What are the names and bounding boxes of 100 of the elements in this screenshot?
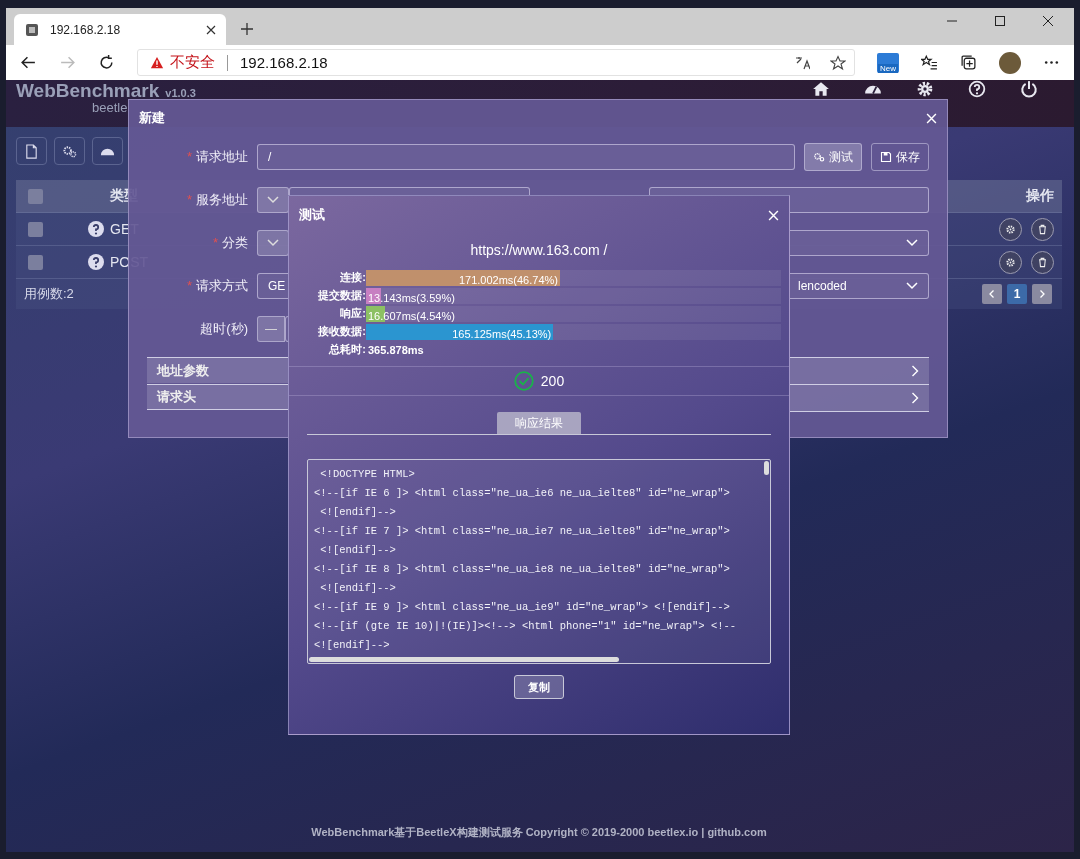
- code-line: <!--[if IE 7 ]> <html class="ne_ua_ie7 ne_ua_ielte8" id="ne_wrap">: [314, 524, 730, 539]
- close-icon[interactable]: [1042, 14, 1054, 27]
- settings-button[interactable]: [999, 217, 1022, 241]
- timing-label: 连接:: [339, 270, 366, 285]
- code-line: <![endif]-->: [314, 638, 390, 653]
- collections-icon[interactable]: [960, 54, 977, 71]
- help-icon[interactable]: [968, 80, 986, 98]
- copy-button[interactable]: 复制: [514, 675, 564, 699]
- section-bar[interactable]: [790, 384, 929, 412]
- decrement-button[interactable]: —: [257, 316, 285, 342]
- code-line: <![endif]-->: [319, 505, 396, 520]
- page-button[interactable]: 1: [1007, 284, 1027, 304]
- timing-label: 接收数据:: [317, 324, 366, 339]
- test-button[interactable]: 测试: [804, 143, 862, 171]
- version-label: v1.0.3: [165, 87, 196, 99]
- power-icon[interactable]: [1020, 80, 1038, 98]
- url-text: 192.168.2.18: [240, 54, 329, 71]
- site-icon: [24, 21, 40, 38]
- caret-icon: [906, 239, 918, 247]
- back-icon[interactable]: [20, 54, 37, 71]
- close-icon[interactable]: [206, 24, 216, 35]
- home-icon[interactable]: [812, 80, 830, 98]
- dropdown[interactable]: GE: [257, 273, 289, 299]
- save-icon: [880, 151, 892, 163]
- gear-icon: [1005, 223, 1016, 235]
- address-bar[interactable]: 不安全 192.168.2.18: [137, 49, 855, 76]
- app-name: WebBenchmark: [16, 81, 160, 101]
- field-label: 分类: [222, 235, 248, 250]
- code-line: <!--[if IE 8 ]> <html class="ne_ua_ie8 ne_ua_ielte8" id="ne_wrap">: [314, 562, 730, 577]
- timing-reading: 13.143ms(3.59%): [367, 290, 456, 306]
- row-checkbox[interactable]: [28, 221, 43, 237]
- caret-icon: [267, 239, 279, 247]
- browser-tab[interactable]: 192.168.2.18: [14, 14, 226, 45]
- timing-reading: 165.125ms(45.13%): [451, 326, 553, 342]
- new-file-button[interactable]: [16, 137, 47, 165]
- status-code: 200: [540, 373, 565, 389]
- scrollbar[interactable]: [764, 461, 769, 475]
- settings-icon[interactable]: [916, 80, 934, 98]
- request-url: https://www.163.com /: [469, 242, 609, 258]
- settings-button[interactable]: [999, 250, 1022, 274]
- section-bar[interactable]: [790, 357, 929, 384]
- reload-icon[interactable]: [98, 54, 115, 71]
- required-mark: *: [186, 278, 192, 293]
- collapsible-section[interactable]: 请求头: [147, 384, 288, 410]
- caret-icon: [906, 282, 918, 290]
- trash-icon: [1037, 223, 1048, 235]
- collapsible-section[interactable]: 地址参数: [147, 357, 288, 383]
- field-label: 请求地址: [196, 149, 248, 164]
- field-label: 请求方式: [196, 278, 248, 293]
- favorites-icon[interactable]: [921, 54, 938, 71]
- chevron-left-icon: [987, 289, 997, 299]
- code-line: <!DOCTYPE HTML>: [319, 467, 415, 482]
- code-line: <!--[if IE 6 ]> <html class="ne_ua_ie6 ne_ua_ielte8" id="ne_wrap">: [314, 486, 730, 501]
- trash-icon: [1037, 256, 1048, 268]
- translate-icon[interactable]: [794, 54, 810, 71]
- scrollbar[interactable]: [309, 657, 619, 662]
- required-mark: *: [186, 192, 192, 207]
- warning-icon: [150, 55, 164, 70]
- footer-text: WebBenchmark基于BeetleX构建测试服务 Copyright © 2019-2000 beetlex.io | github.com: [310, 825, 768, 840]
- gears-icon: [813, 151, 825, 163]
- field-label: 服务地址: [196, 192, 248, 207]
- case-count: 用例数:2: [24, 285, 74, 303]
- timing-label: 总耗时:: [327, 342, 366, 357]
- field-label: 超时(秒): [200, 321, 248, 336]
- file-icon: [24, 143, 39, 159]
- total-time: 365.878ms: [367, 343, 424, 356]
- delete-button[interactable]: [1031, 217, 1054, 241]
- check-circle-icon: [513, 371, 534, 391]
- extension-button[interactable]: New: [877, 52, 899, 73]
- app-subtitle: beetle: [92, 101, 128, 114]
- gear-icon: [1005, 256, 1016, 268]
- question-icon: [88, 254, 104, 270]
- gears-icon: [62, 143, 77, 159]
- delete-button[interactable]: [1031, 250, 1054, 274]
- select-all-checkbox[interactable]: [28, 188, 43, 204]
- code-line: <![endif]-->: [319, 543, 396, 558]
- required-mark: *: [186, 149, 192, 164]
- code-line: <!--[if (gte IE 10)|!(IE)]><!--> <html phone="1" id="ne_wrap"> <!--: [314, 619, 737, 634]
- url-input[interactable]: /: [257, 144, 795, 170]
- save-button[interactable]: 保存: [871, 143, 929, 171]
- question-icon: [88, 221, 104, 237]
- settings-button[interactable]: [54, 137, 85, 165]
- security-label: 不安全: [170, 53, 215, 72]
- caret-icon: [267, 196, 279, 204]
- dashboard-button[interactable]: [92, 137, 123, 165]
- dialog-title: 测试: [299, 206, 325, 224]
- maximize-icon[interactable]: [994, 14, 1006, 27]
- timing-label: 提交数据:: [317, 288, 366, 303]
- profile-avatar[interactable]: [999, 51, 1021, 74]
- new-tab-icon[interactable]: [240, 22, 254, 36]
- chevron-right-icon: [1037, 289, 1047, 299]
- row-checkbox[interactable]: [28, 254, 43, 270]
- dialog-title: 新建: [139, 109, 165, 127]
- code-line: <!--[if IE 9 ]> <html class="ne_ua_ie9" id="ne_wrap"> <![endif]-->: [314, 600, 730, 615]
- timing-label: 响应:: [339, 306, 366, 321]
- star-icon[interactable]: [830, 54, 846, 71]
- code-line: <![endif]-->: [319, 581, 396, 596]
- column-header: 类型: [110, 187, 139, 205]
- timing-reading: 171.002ms(46.74%): [457, 272, 559, 288]
- column-header: 操作: [1025, 187, 1055, 205]
